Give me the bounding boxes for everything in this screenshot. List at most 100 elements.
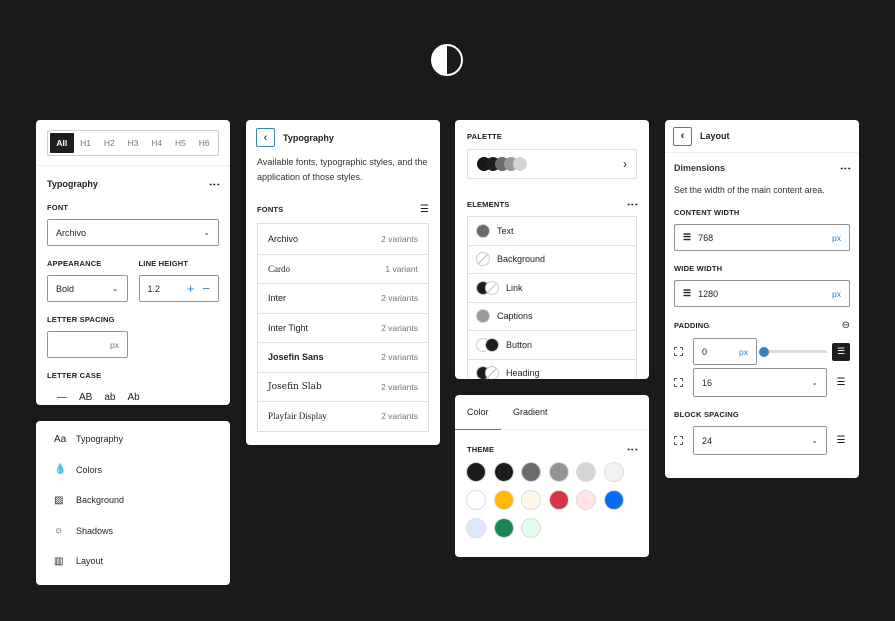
font-item[interactable]: Playfair Display 2 variants (258, 401, 428, 431)
color-swatch[interactable] (521, 490, 541, 510)
wide-width-input[interactable]: ☰ 1280 px (674, 280, 850, 307)
color-swatch[interactable] (521, 518, 541, 538)
typography-settings-panel: All H1 H2 H3 H4 H5 H6 Typography ⋮ Font Archivo… (36, 120, 230, 405)
letter-spacing-input[interactable]: px (47, 331, 128, 358)
tab-h4[interactable]: H4 (145, 133, 169, 153)
color-swatch[interactable] (493, 462, 514, 482)
block-spacing-value: 24 (702, 435, 713, 446)
more-options-icon[interactable]: ⋮ (626, 199, 638, 209)
padding-horizontal-icon (674, 378, 683, 387)
padding-input[interactable]: 0 px (693, 338, 757, 365)
block-spacing-icon (674, 436, 683, 445)
element-label: Link (506, 282, 523, 293)
colors-icon: 💧 (54, 464, 67, 476)
slider-handle[interactable] (759, 346, 769, 357)
block-spacing-select[interactable]: 24 ⌄ (693, 426, 827, 455)
letter-case-option[interactable]: ab (104, 392, 115, 403)
link-icon[interactable]: ⊖ (842, 320, 850, 331)
color-swatch[interactable] (548, 490, 569, 510)
more-options-icon[interactable]: ⋮ (626, 444, 638, 454)
letter-case-option[interactable]: — (57, 392, 67, 403)
unit-label: px (739, 346, 748, 357)
font-item[interactable]: Cardo 1 variant (258, 253, 428, 284)
nav-item-layout[interactable]: ▥ Layout (36, 546, 230, 577)
element-item-button[interactable]: Button (468, 330, 636, 359)
element-item-heading[interactable]: Heading (468, 358, 636, 379)
font-item[interactable]: Josefin Sans 2 variants (258, 342, 428, 372)
nav-item-colors[interactable]: 💧 Colors (36, 455, 230, 486)
sliders-icon[interactable]: ☰ (420, 204, 429, 215)
font-item[interactable]: Archivo 2 variants (258, 224, 428, 254)
tab-color[interactable]: Color (455, 395, 501, 430)
color-swatch[interactable] (603, 462, 624, 482)
color-swatch[interactable] (493, 490, 514, 510)
color-swatch[interactable] (466, 490, 486, 510)
color-swatch[interactable] (603, 490, 624, 510)
sliders-icon[interactable]: ☰ (832, 435, 850, 446)
color-swatch[interactable] (521, 462, 541, 482)
font-variants: 2 variants (381, 293, 418, 304)
nav-item-typography[interactable]: Aa Typography (36, 424, 230, 455)
tab-h2[interactable]: H2 (97, 133, 121, 153)
back-button[interactable]: ‹ (256, 128, 275, 147)
nav-item-label: Layout (76, 556, 104, 567)
padding-horizontal-value: 16 (702, 377, 713, 388)
logo (431, 44, 463, 76)
fonts-label: Fonts (257, 205, 284, 214)
color-dot (476, 252, 490, 267)
tab-gradient[interactable]: Gradient (501, 407, 560, 417)
back-button[interactable]: ‹ (673, 126, 692, 146)
font-select[interactable]: Archivo ⌄ (47, 219, 219, 246)
panel-title: Typography (283, 132, 334, 143)
nav-item-background[interactable]: ▨ Background (36, 485, 230, 516)
color-swatch[interactable] (466, 518, 486, 538)
nav-item-label: Shadows (76, 525, 114, 536)
wide-width-label: Wide width (674, 264, 723, 273)
color-dot (485, 366, 499, 379)
line-height-label: Line height (138, 259, 189, 268)
more-options-icon[interactable]: ⋮ (208, 179, 220, 189)
tab-h6[interactable]: H6 (192, 133, 216, 153)
color-swatch[interactable] (493, 518, 514, 538)
font-name: Playfair Display (268, 411, 327, 422)
element-item-background[interactable]: Background (468, 244, 636, 274)
font-item[interactable]: Inter 2 variants (258, 283, 428, 313)
more-options-icon[interactable]: ⋮ (839, 163, 851, 173)
minus-icon[interactable]: − (202, 281, 210, 296)
letter-case-option[interactable]: Ab (127, 392, 139, 403)
letter-case-option[interactable]: AB (79, 392, 92, 403)
font-item[interactable]: Inter Tight 2 variants (258, 312, 428, 343)
color-swatch[interactable] (548, 462, 569, 482)
color-swatch[interactable] (576, 462, 596, 482)
appearance-value: Bold (56, 283, 75, 294)
line-height-value: 1.2 (147, 283, 161, 294)
heading-color-indicator (476, 366, 499, 379)
colors-panel: Palette › Elements ⋮ Text Background Link Ca… (455, 120, 649, 379)
tab-h5[interactable]: H5 (169, 133, 193, 153)
elements-list: Text Background Link Captions Button Heading (467, 216, 637, 379)
tab-h3[interactable]: H3 (121, 133, 145, 153)
element-item-captions[interactable]: Captions (468, 301, 636, 331)
element-item-text[interactable]: Text (468, 216, 636, 245)
content-width-input[interactable]: ☰ 768 px (674, 224, 850, 251)
tab-h1[interactable]: H1 (74, 133, 98, 153)
element-item-link[interactable]: Link (468, 273, 636, 302)
color-swatch[interactable] (466, 462, 486, 482)
tab-all[interactable]: All (50, 133, 74, 153)
palette-button[interactable]: › (467, 149, 637, 179)
font-item[interactable]: Josefin Slab 2 variants (258, 371, 428, 402)
sliders-icon[interactable]: ☰ (832, 377, 850, 388)
custom-settings-button[interactable]: ☰ (832, 342, 850, 361)
chevron-down-icon: ⌄ (111, 284, 119, 293)
line-height-input[interactable]: 1.2 + − (138, 275, 219, 302)
element-label: Captions (497, 311, 533, 322)
panel-description: Available fonts, typographic styles, and… (257, 157, 428, 182)
nav-item-shadows[interactable]: ☼ Shadows (36, 516, 230, 547)
font-name: Josefin Slab (268, 381, 322, 392)
plus-icon[interactable]: + (187, 281, 195, 296)
letter-spacing-label: Letter spacing (47, 315, 115, 324)
padding-slider[interactable] (759, 346, 827, 357)
color-swatch[interactable] (576, 490, 596, 510)
padding-horizontal-select[interactable]: 16 ⌄ (693, 368, 827, 397)
appearance-select[interactable]: Bold ⌄ (47, 275, 128, 302)
